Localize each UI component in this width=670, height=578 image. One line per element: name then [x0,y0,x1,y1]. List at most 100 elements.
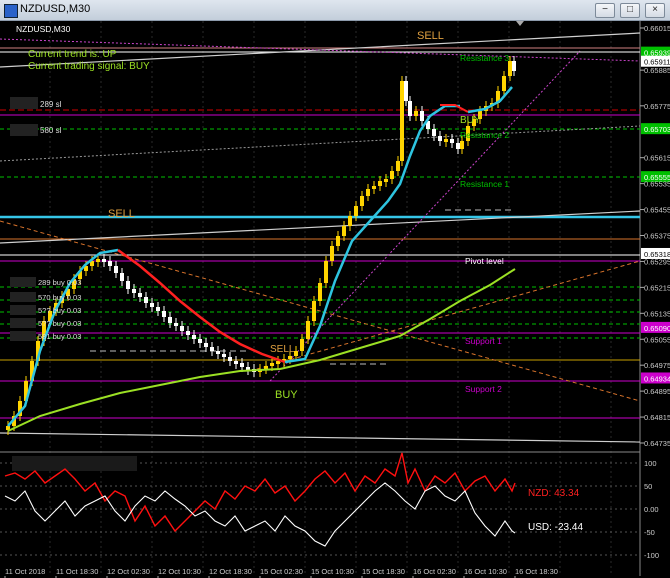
candle-body [168,317,172,323]
time-tick-label: 12 Oct 02:30 [107,567,150,576]
indicator-tick-label: 50 [644,482,652,491]
time-tick-label: 16 Oct 02:30 [413,567,456,576]
price-tick-label: 0.65775 [644,102,670,111]
candle-body [306,321,310,339]
candle-body [108,261,112,266]
symbol-label: NZDUSD,M30 [16,24,71,34]
order-label-3: 289 buy 0.03 [38,278,81,287]
candle-body [102,259,106,262]
time-tick-label: 11 Oct 18:30 [56,567,98,576]
chart-window-icon [4,4,18,18]
maximize-button[interactable]: □ [620,3,640,18]
candle-body [372,186,376,189]
candle-body [336,236,340,246]
candle-body [384,179,388,182]
order-label-5: 5?? buy 0.03 [38,306,81,315]
close-button[interactable]: × [645,3,665,18]
candle-body [180,326,184,331]
candle-body [408,101,412,116]
indicator-tick-label: 100 [644,459,657,468]
candle-body [228,357,232,361]
candle-body [450,139,454,143]
minimize-button[interactable]: − [595,3,615,18]
candle-body [444,139,448,142]
candle-body [240,363,244,367]
candle-body [114,266,118,273]
candle-body [404,81,408,101]
indicator-tick-label: 0.00 [644,505,659,514]
candle-body [222,354,226,357]
candle-body [390,171,394,179]
candle-body [414,111,418,116]
chart-canvas[interactable]: NZDUSD,M30 Current trend is: UP Current … [0,21,670,578]
time-tick-label: 15 Oct 02:30 [260,567,303,576]
resistance-3-label: Resistance 3 [460,53,509,63]
candle-body [162,311,166,317]
candle-body [234,361,238,364]
support-1-label: Support 1 [465,336,502,346]
order-label-4: 570 buy 0.03 [38,293,81,302]
order-label-mask-7 [10,331,36,341]
resistance-2-label: Resistance 2 [460,130,509,140]
candle-body [156,307,160,311]
window-title: NZDUSD,M30 [20,3,91,15]
candle-body [432,129,436,136]
order-label-mask-6 [10,318,36,328]
price-tick-label: 0.64895 [644,387,670,396]
indicator-tick-label: -50 [644,528,655,537]
candle-body [396,161,400,171]
candle-body [132,289,136,293]
indicator-title-mask [12,456,137,471]
time-tick-label: 16 Oct 10:30 [464,567,507,576]
resistance-1-label: Resistance 1 [460,179,509,189]
candle-body [400,81,404,161]
price-tick-label: 0.65455 [644,206,670,215]
candle-body [150,303,154,307]
candle-body [378,181,382,186]
price-tick-label: 0.64975 [644,361,670,370]
candle-body [186,331,190,335]
pivot-label: Pivot level [465,256,504,266]
candle-body [138,293,142,297]
candle-body [324,261,328,283]
price-tick-label: 0.64934 [644,374,670,383]
order-label-7: 581 buy 0.03 [38,332,81,341]
time-tick-label: 11 Oct 2018 [5,567,45,576]
window-titlebar[interactable]: NZDUSD,M30 − □ × [0,0,670,21]
candle-body [264,366,268,369]
price-tick-label: 0.65885 [644,66,670,75]
time-tick-label: 15 Oct 10:30 [311,567,354,576]
price-tick-label: 0.65375 [644,232,670,241]
candle-body [294,351,298,356]
time-tick-label: 12 Oct 10:30 [158,567,201,576]
candle-body [198,339,202,343]
candle-body [288,356,292,359]
time-tick-label: 12 Oct 18:30 [209,567,252,576]
candle-body [312,301,316,321]
sell-annotation-mid: SELL [270,344,295,355]
chart-window: NZDUSD,M30 − □ × NZDUSD,M30 Current tren… [0,0,670,578]
candle-body [512,61,516,71]
candle-body [366,189,370,196]
candle-body [360,196,364,206]
candle-body [126,281,130,289]
candle-body [144,297,148,303]
candle-body [318,283,322,301]
trend-text: Current trend is: UP [28,49,117,60]
price-tick-label: 0.64735 [644,439,670,448]
candle-body [456,143,460,149]
candle-body [348,216,352,226]
candle-body [354,206,358,216]
time-tick-label: 16 Oct 18:30 [515,567,558,576]
buy-annotation-mid: BUY [460,115,481,126]
candle-body [276,361,280,364]
price-tick-label: 0.64815 [644,413,670,422]
order-label-mask-3 [10,277,36,287]
candle-body [204,343,208,347]
order-label-6: 5?? buy 0.03 [38,319,81,328]
sell-annotation-left: SELL [108,208,135,220]
price-tick-label: 0.65135 [644,309,670,318]
price-tick-label: 0.65535 [644,180,670,189]
candle-body [216,351,220,354]
order-label-mask-2 [10,124,38,136]
